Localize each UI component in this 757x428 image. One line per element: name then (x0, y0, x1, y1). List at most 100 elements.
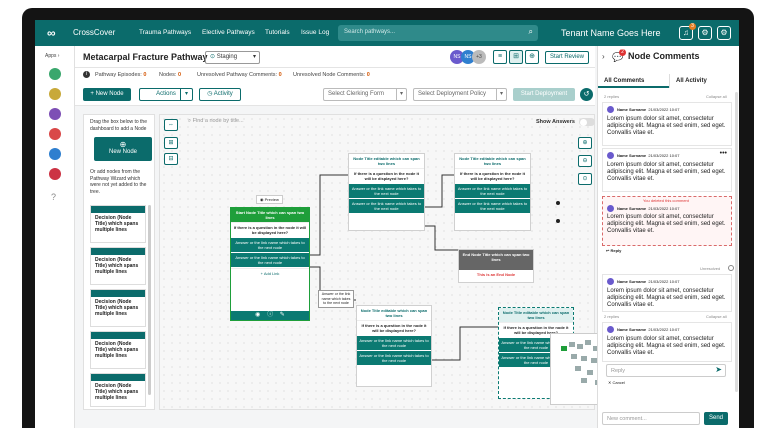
collapse-all-link[interactable]: Collapse all (706, 94, 727, 99)
node-answer[interactable]: Answer or the link name which takes to t… (455, 184, 530, 198)
wizard-decision-node[interactable]: Decision (Node Title) which spans multip… (90, 373, 146, 407)
clerking-form-select[interactable]: Select Clerking Form ▾ (323, 88, 407, 101)
stats-bar: i Pathway Episodes: 0 Nodes: 0 Unresolve… (75, 68, 595, 82)
search-input[interactable]: Search pathways... ⌕ (338, 25, 538, 41)
palette-scrollbar[interactable] (148, 205, 151, 395)
comments-panel: › 💬 2 Node Comments All Comments All Act… (597, 46, 739, 428)
wizard-decision-node[interactable]: Decision (Node Title) which spans multip… (90, 247, 146, 285)
node-answer[interactable]: Answer or the link name which takes to t… (231, 238, 309, 252)
pathway-canvas[interactable]: ⇔ ⊞ ⊟ ⌕ Find a node by title... Show Ans… (159, 114, 616, 410)
comments-scrollbar[interactable] (735, 92, 738, 392)
app-icon[interactable] (49, 88, 61, 100)
comment-card: Name Surname 21/03/2022 10:07 Lorem ipsu… (602, 322, 732, 362)
nav-elective-pathways[interactable]: Elective Pathways (202, 29, 255, 36)
comment-body: Lorem ipsum dolor sit amet, consectetur … (607, 288, 726, 308)
nav-trauma-pathways[interactable]: Trauma Pathways (139, 29, 191, 36)
more-icon[interactable]: ••• (720, 150, 727, 157)
send-button[interactable]: Send (704, 412, 728, 425)
gear-icon: ⚙ (720, 28, 728, 37)
activity-button[interactable]: ◷ Activity (199, 88, 241, 101)
nav-issue-log[interactable]: Issue Log (301, 29, 329, 36)
resolve-checkbox[interactable] (728, 265, 734, 271)
comment-badge: 2 (619, 49, 626, 56)
node-palette: Drag the box below to the dashboard to a… (83, 114, 155, 410)
comment-card: Name Surname 21/03/2022 10:07 Lorem ipsu… (602, 274, 732, 312)
decision-title: Decision (Node Title) which spans multip… (95, 257, 139, 275)
tree-view-icon[interactable]: ⊞ (509, 50, 523, 64)
tab-all-comments[interactable]: All Comments (598, 74, 669, 88)
decision-node[interactable]: Node Title editable which can span two l… (454, 153, 531, 231)
start-review-button[interactable]: Start Review (545, 51, 589, 64)
decision-node[interactable]: Node Title editable which can span two l… (356, 305, 432, 387)
node-answer[interactable]: Answer or the link name which takes to t… (357, 351, 431, 365)
app-icon[interactable] (49, 108, 61, 120)
wizard-decision-node[interactable]: Decision (Node Title) which spans multip… (90, 289, 146, 327)
end-node[interactable]: End Node Title which can span two lines … (458, 249, 534, 283)
node-answer[interactable]: Answer or the link name which takes to t… (349, 199, 424, 213)
edit-icon[interactable]: ✎ (280, 312, 285, 318)
actions-dropdown[interactable]: Actions ▾ (139, 88, 193, 101)
preferences-button[interactable]: ⚙ (717, 26, 731, 40)
add-link-button[interactable]: + Add Link (231, 268, 309, 278)
settings-button[interactable]: ⚙ (698, 26, 712, 40)
new-comment-input[interactable]: New comment... (602, 412, 700, 425)
nav-tutorials[interactable]: Tutorials (265, 29, 290, 36)
list-view-icon[interactable]: ≡ (493, 50, 507, 64)
zoom-icon[interactable]: ⊕ (525, 50, 539, 64)
node-title: Node Title editable which can span two l… (459, 156, 526, 166)
node-answer[interactable]: Answer or the link name which takes to t… (349, 184, 424, 198)
clock-icon: ◷ (207, 91, 213, 97)
reply-link[interactable]: ↩ Reply (606, 248, 621, 253)
app-icon[interactable] (49, 128, 61, 140)
start-deployment-button[interactable]: Start Deployment (513, 88, 575, 101)
decision-title: Decision (Node Title) which spans multip… (95, 299, 139, 317)
info-icon[interactable]: ⓘ (267, 312, 273, 318)
wizard-decision-node[interactable]: Decision (Node Title) which spans multip… (90, 331, 146, 369)
comment-body: Lorem ipsum dolor sit amet, consectetur … (607, 162, 726, 182)
connector-dot[interactable] (556, 219, 560, 223)
node-answer[interactable]: Answer or the link name which takes to t… (455, 199, 530, 213)
new-node-button[interactable]: + New Node (83, 88, 131, 101)
app-icon[interactable] (49, 168, 61, 180)
reply-input[interactable]: Reply ➤ (606, 364, 726, 377)
eye-icon[interactable]: ◉ (255, 312, 260, 318)
history-icon[interactable]: ↺ (580, 88, 593, 101)
app-icon[interactable] (49, 148, 61, 160)
end-node-label: This is an End Node (476, 272, 516, 277)
tab-all-activity[interactable]: All Activity (669, 74, 739, 88)
comment-body: Lorem ipsum dolor sit amet, consectetur … (607, 116, 726, 136)
replies-count[interactable]: 2 replies (604, 314, 619, 319)
status-dropdown[interactable]: ⊙ Staging ▾ (205, 51, 260, 64)
start-node[interactable]: Start Node Title which can span two line… (230, 207, 310, 321)
node-answer[interactable]: Answer or the link name which takes to t… (357, 336, 431, 350)
app-icon[interactable] (49, 68, 61, 80)
cancel-link[interactable]: ✕ Cancel (608, 380, 625, 385)
drag-hint: Drag the box below to the dashboard to a… (90, 119, 147, 132)
avatar-more[interactable]: +3 (472, 50, 486, 64)
collapse-panel-icon[interactable]: › (602, 52, 605, 61)
status-icon: ⊙ (210, 54, 216, 60)
deployment-policy-select[interactable]: Select Deployment Policy ▾ (413, 88, 507, 101)
new-comment-placeholder: New comment... (607, 416, 647, 422)
top-bar: ∞ CrossCover Trauma Pathways Elective Pa… (35, 20, 739, 46)
collapse-all-link[interactable]: Collapse all (706, 314, 727, 319)
bell-icon: ♫ (683, 28, 689, 37)
wizard-decision-node[interactable]: Decision (Node Title) which spans multip… (90, 205, 146, 243)
new-node-draggable[interactable]: ⊕ New Node (94, 137, 152, 161)
wizard-hint: Or add nodes from the Pathway Wizard whi… (90, 169, 147, 195)
help-icon[interactable]: ? (51, 192, 56, 202)
link-label[interactable]: Answer or the link name which takes to t… (318, 290, 354, 308)
connector-dot[interactable] (556, 201, 560, 205)
reply-placeholder: Reply (611, 368, 626, 374)
activity-label: Activity (213, 91, 233, 97)
deployment-policy-placeholder: Select Deployment Policy (418, 91, 487, 97)
notification-button[interactable]: ♫ 3 (679, 23, 696, 40)
decision-node[interactable]: Node Title editable which can span two l… (348, 153, 425, 231)
node-answer[interactable]: Answer or the link name which takes to t… (231, 253, 309, 267)
replies-count[interactable]: 2 replies (604, 94, 619, 99)
reply-icon: ↩ (606, 248, 610, 253)
search-icon: ⌕ (528, 27, 533, 36)
node-title: Start Node Title which can span two line… (231, 208, 309, 222)
avatar (607, 326, 614, 333)
send-icon[interactable]: ➤ (715, 365, 722, 374)
